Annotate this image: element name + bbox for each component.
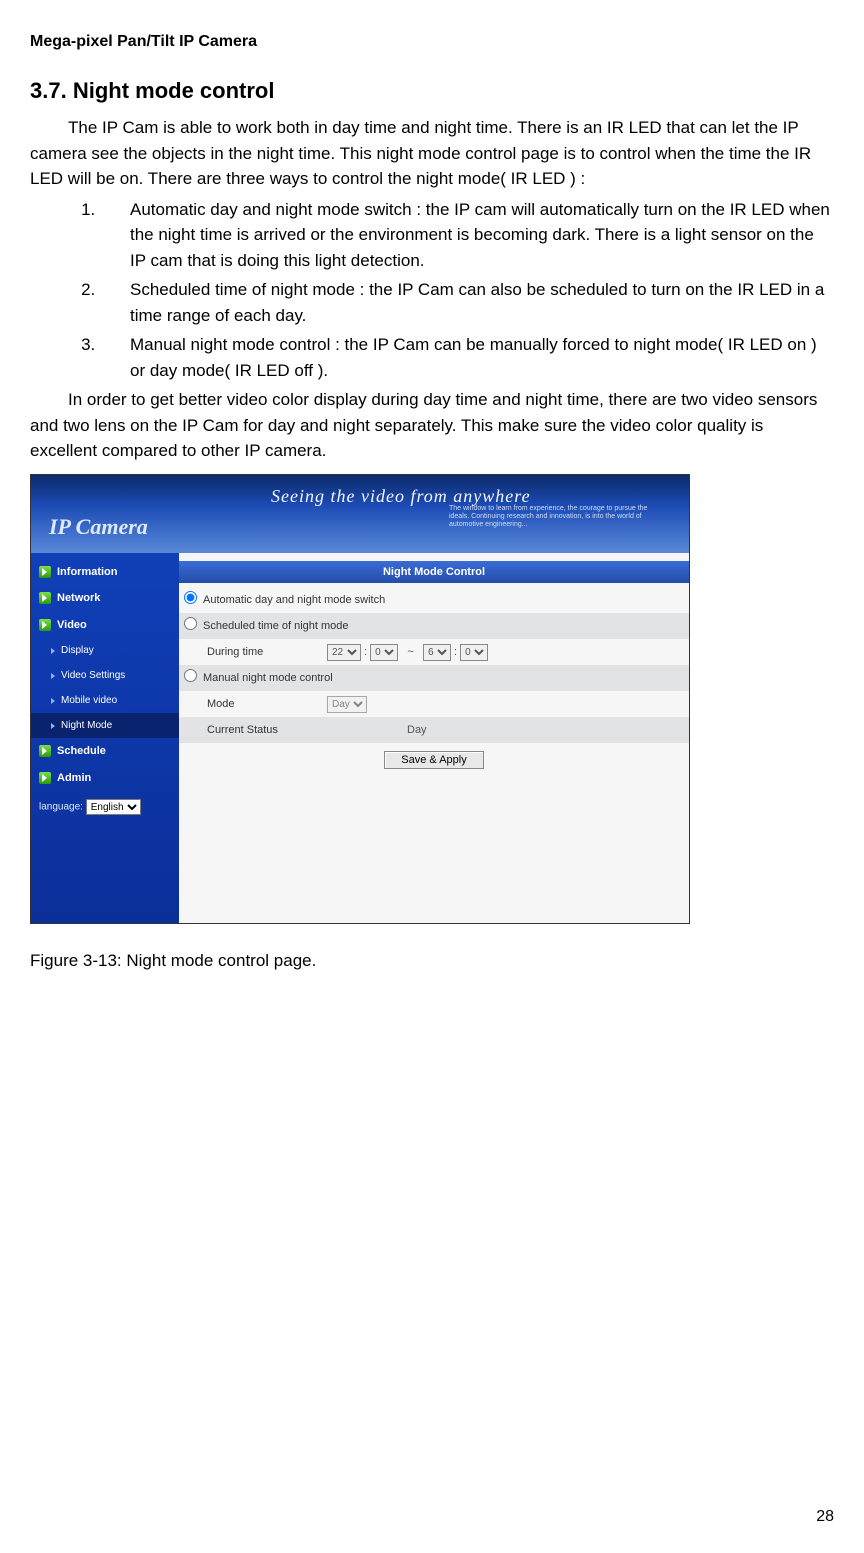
sidebar-item-admin[interactable]: Admin	[31, 765, 179, 792]
list-item: Manual night mode control : the IP Cam c…	[100, 332, 834, 383]
arrow-icon	[51, 673, 55, 679]
banner-title: IP Camera	[49, 510, 148, 543]
content-panel: Night Mode Control Automatic day and nig…	[179, 553, 689, 923]
list-item: Automatic day and night mode switch : th…	[100, 197, 834, 274]
doc-header: Mega-pixel Pan/Tilt IP Camera	[30, 30, 834, 54]
banner-filler-text: The window to learn from experience, the…	[449, 505, 669, 529]
banner: Seeing the video from anywhere IP Camera…	[31, 475, 689, 553]
sidebar-item-information[interactable]: Information	[31, 559, 179, 586]
sched-hour-end[interactable]: 6	[423, 644, 451, 661]
row-status: Current Status Day	[179, 717, 689, 743]
sidebar-sub-display[interactable]: Display	[31, 638, 179, 663]
intro-paragraph: The IP Cam is able to work both in day t…	[30, 115, 834, 192]
bullet-icon	[39, 772, 51, 784]
time-separator: ~	[407, 646, 413, 658]
save-apply-button[interactable]: Save & Apply	[384, 751, 483, 769]
section-title: Night mode control	[73, 78, 275, 103]
bullet-icon	[39, 566, 51, 578]
bullet-icon	[39, 619, 51, 631]
sched-min-start[interactable]: 0	[370, 644, 398, 661]
sidebar-sub-night-mode[interactable]: Night Mode	[31, 713, 179, 738]
list-item: Scheduled time of night mode : the IP Ca…	[100, 277, 834, 328]
sidebar: Information Network Video Display Video …	[31, 553, 179, 923]
label-manual: Manual night mode control	[201, 670, 689, 687]
radio-scheduled[interactable]	[184, 617, 197, 630]
page-number: 28	[816, 1505, 834, 1529]
mode-select[interactable]: Day	[327, 696, 367, 713]
sidebar-item-video[interactable]: Video	[31, 612, 179, 639]
sidebar-item-schedule[interactable]: Schedule	[31, 738, 179, 765]
arrow-icon	[51, 698, 55, 704]
arrow-icon	[51, 723, 55, 729]
radio-auto[interactable]	[184, 591, 197, 604]
radio-manual[interactable]	[184, 669, 197, 682]
row-mode: Mode Day	[179, 691, 689, 717]
section-number: 3.7.	[30, 78, 67, 103]
language-label: language:	[39, 802, 83, 813]
sidebar-sub-mobile-video[interactable]: Mobile video	[31, 688, 179, 713]
row-scheduled: Scheduled time of night mode	[179, 613, 689, 639]
sched-hour-start[interactable]: 22	[327, 644, 361, 661]
label-auto: Automatic day and night mode switch	[201, 592, 689, 609]
row-manual: Manual night mode control	[179, 665, 689, 691]
panel-title: Night Mode Control	[179, 561, 689, 584]
mode-label: Mode	[207, 696, 327, 713]
status-value: Day	[407, 722, 689, 739]
app-window: Seeing the video from anywhere IP Camera…	[30, 474, 690, 924]
status-label: Current Status	[207, 722, 407, 739]
during-label: During time	[207, 644, 327, 661]
sched-min-end[interactable]: 0	[460, 644, 488, 661]
language-row: language: English	[31, 791, 179, 823]
figure-screenshot: Seeing the video from anywhere IP Camera…	[30, 474, 834, 924]
row-auto: Automatic day and night mode switch	[179, 587, 689, 613]
label-scheduled: Scheduled time of night mode	[201, 618, 689, 635]
figure-caption: Figure 3-13: Night mode control page.	[30, 948, 834, 974]
arrow-icon	[51, 648, 55, 654]
para-2: In order to get better video color displ…	[30, 387, 834, 464]
bullet-icon	[39, 745, 51, 757]
section-heading: 3.7. Night mode control	[30, 74, 834, 107]
bullet-icon	[39, 592, 51, 604]
language-select[interactable]: English	[86, 799, 141, 815]
sidebar-sub-video-settings[interactable]: Video Settings	[31, 663, 179, 688]
row-during: During time 22 : 0 ~ 6 : 0	[179, 639, 689, 665]
mode-list: Automatic day and night mode switch : th…	[30, 197, 834, 384]
sidebar-item-network[interactable]: Network	[31, 585, 179, 612]
